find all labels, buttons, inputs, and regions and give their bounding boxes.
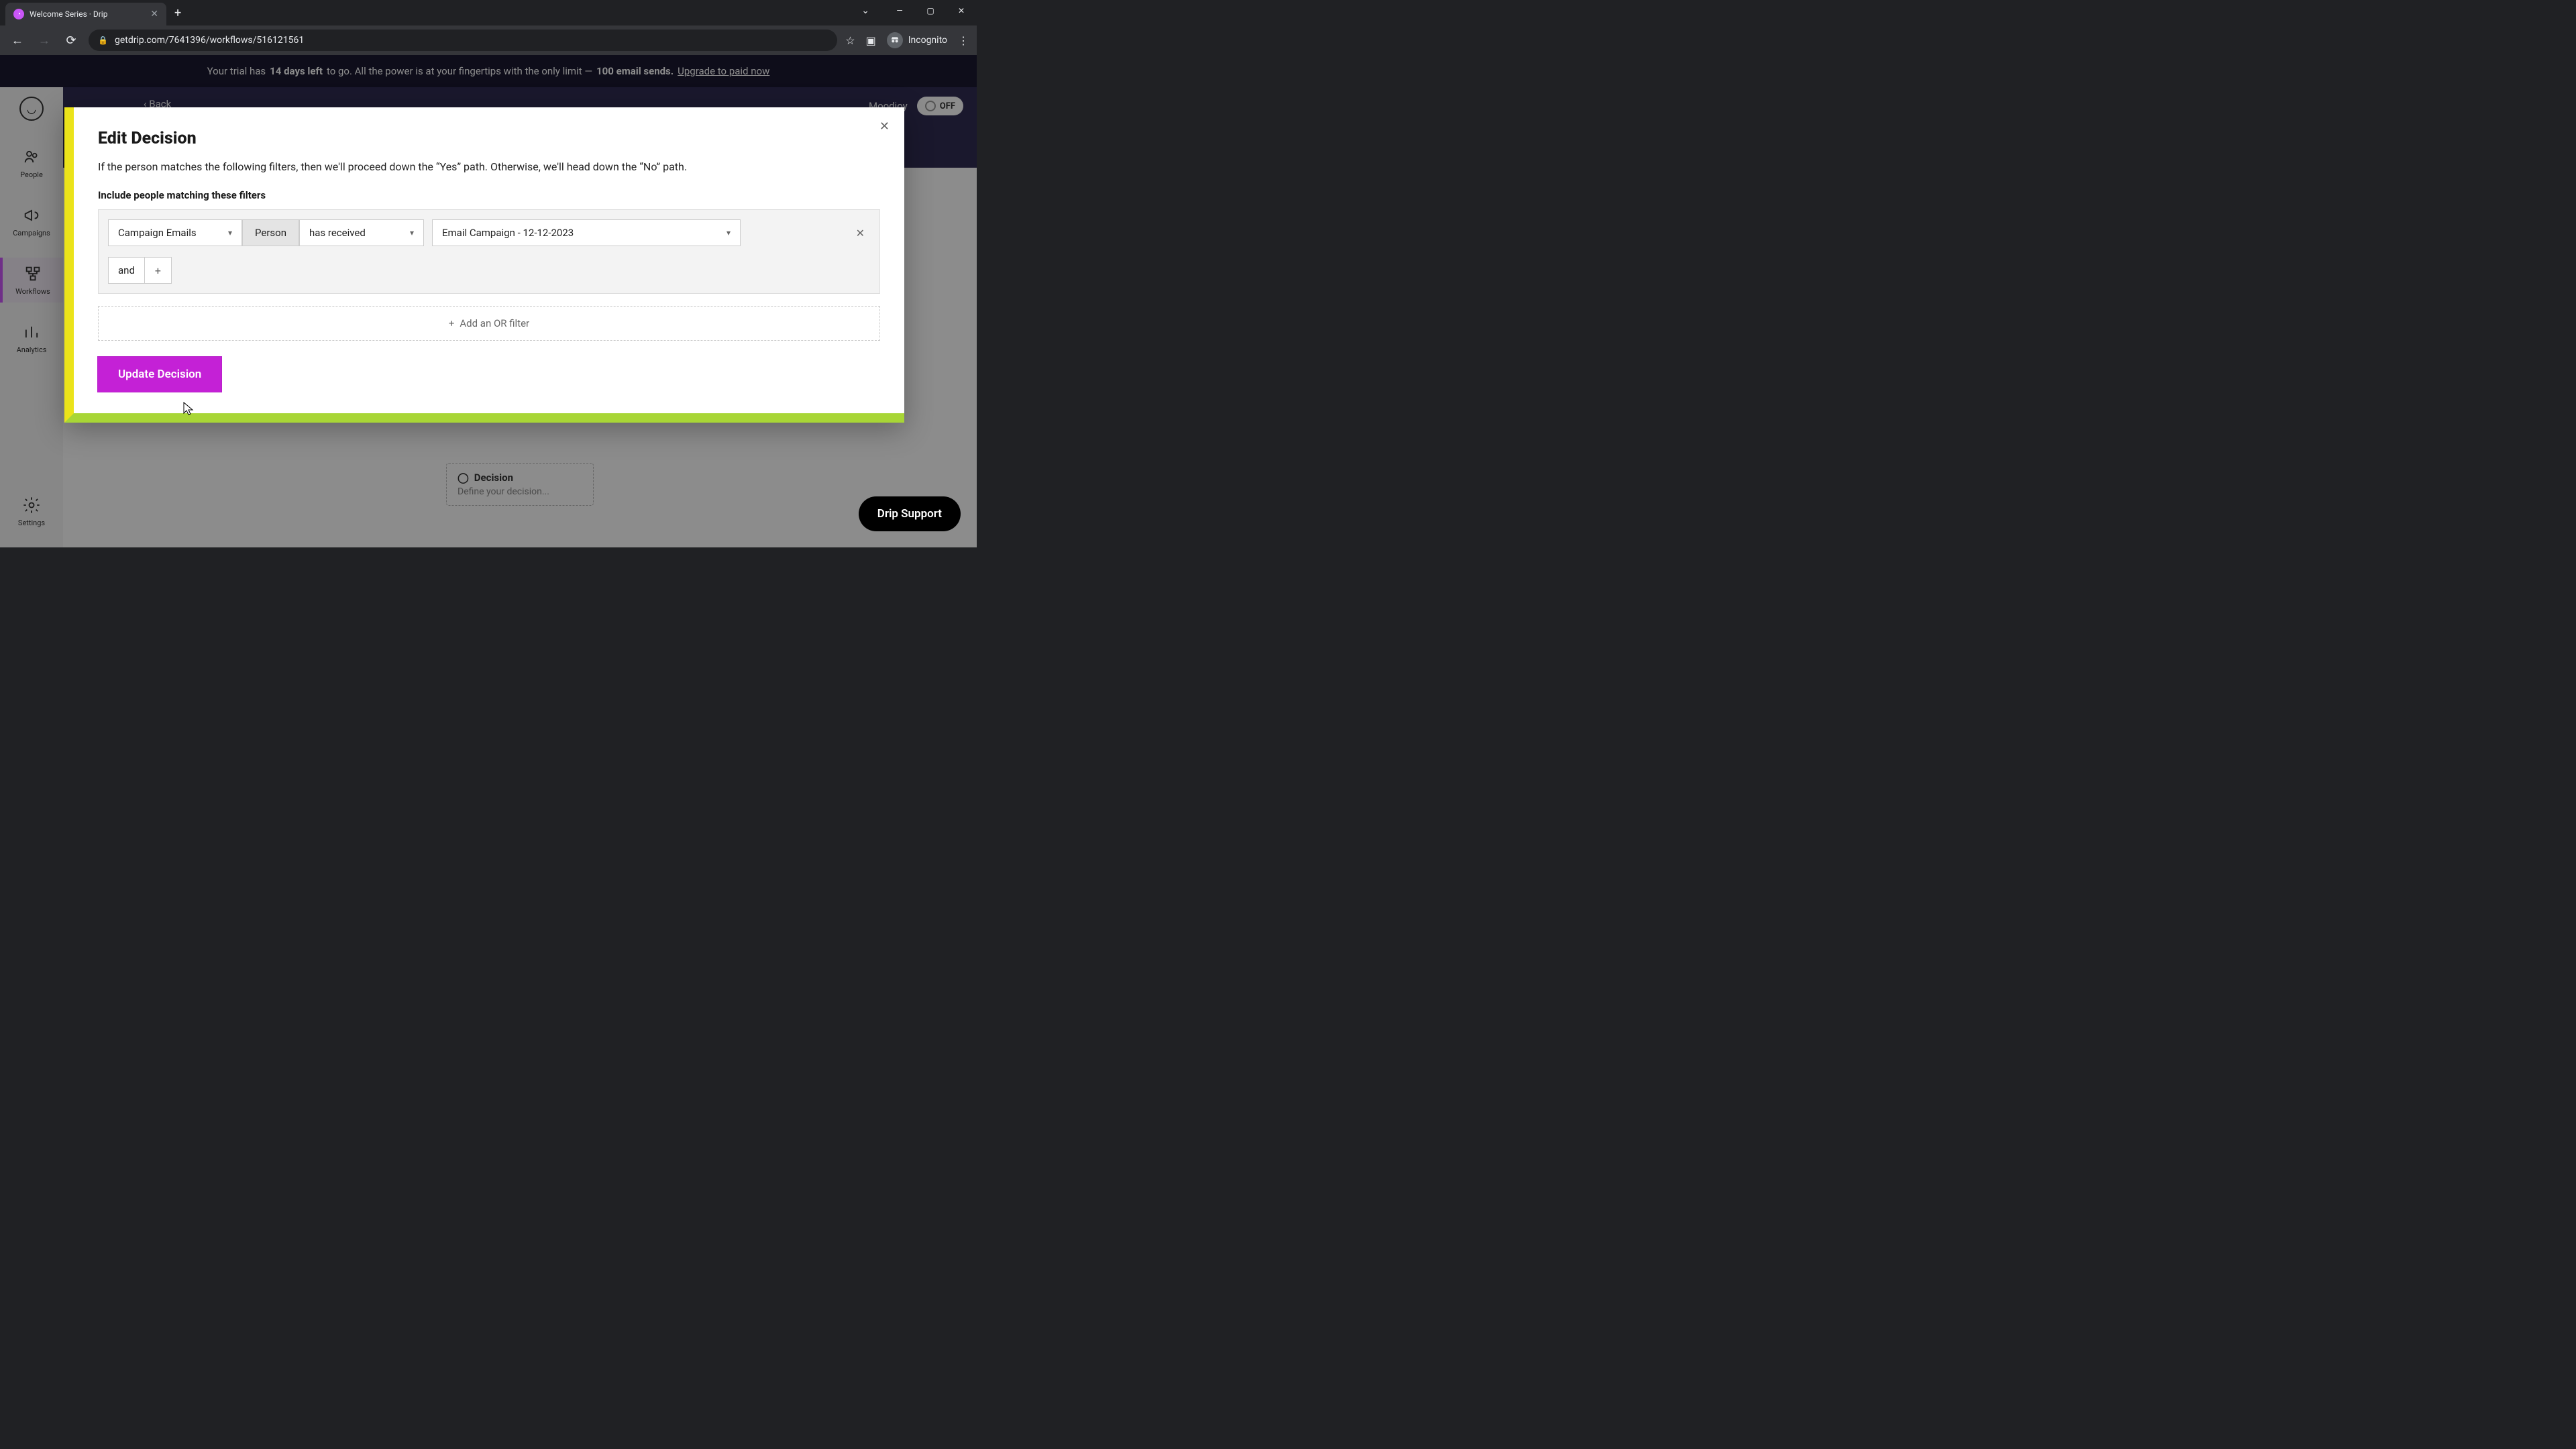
tab-overflow-icon[interactable]: ⌄ xyxy=(861,5,869,16)
dropdown-value: Email Campaign - 12-12-2023 xyxy=(442,227,574,239)
add-or-label: Add an OR filter xyxy=(460,317,529,329)
filter-category-dropdown[interactable]: Campaign Emails ▾ xyxy=(108,219,242,246)
upgrade-link[interactable]: Upgrade to paid now xyxy=(678,65,769,77)
and-condition-row: and + xyxy=(108,257,870,284)
add-or-filter-button[interactable]: + Add an OR filter xyxy=(98,306,880,341)
url-text: getdrip.com/7641396/workflows/516121561 xyxy=(115,35,304,46)
chevron-down-icon: ▾ xyxy=(410,228,414,237)
new-tab-button[interactable]: + xyxy=(174,6,181,20)
node-subtitle: Define your decision... xyxy=(458,486,582,497)
kebab-menu-icon[interactable]: ⋮ xyxy=(958,34,969,47)
close-window-button[interactable]: ✕ xyxy=(946,0,977,21)
node-title: ◯ Decision xyxy=(458,472,582,484)
minimize-button[interactable]: — xyxy=(884,0,915,21)
forward-button[interactable]: → xyxy=(35,31,54,50)
support-button[interactable]: Drip Support xyxy=(859,496,961,531)
filter-condition-dropdown[interactable]: has received ▾ xyxy=(299,219,424,246)
toggle-icon xyxy=(925,101,936,111)
window-controls: — ▢ ✕ xyxy=(884,0,977,21)
filter-subject-badge: Person xyxy=(242,219,299,246)
decision-icon: ◯ xyxy=(458,472,469,484)
sidebar-item-people[interactable]: People xyxy=(0,141,63,186)
sidebar-item-label: Settings xyxy=(18,519,45,527)
workflow-icon xyxy=(23,264,42,283)
bookmark-icon[interactable]: ☆ xyxy=(845,34,855,47)
close-modal-button[interactable]: ✕ xyxy=(879,119,890,133)
modal-title: Edit Decision xyxy=(98,129,880,148)
filter-heading: Include people matching these filters xyxy=(98,189,880,201)
sidebar: ◡ People Campaigns Workflows Analytics S… xyxy=(0,87,63,547)
sidebar-item-campaigns[interactable]: Campaigns xyxy=(0,199,63,244)
chevron-down-icon: ▾ xyxy=(727,228,731,237)
trial-days: 14 days left xyxy=(270,65,323,77)
gear-icon xyxy=(22,496,41,515)
sidebar-item-workflows[interactable]: Workflows xyxy=(0,258,63,303)
sidebar-item-label: Workflows xyxy=(15,287,50,296)
trial-text-prefix: Your trial has xyxy=(207,65,266,77)
address-bar: ← → ⟳ 🔒 getdrip.com/7641396/workflows/51… xyxy=(0,25,977,55)
profile-badge[interactable]: Incognito xyxy=(887,32,947,48)
trial-sends: 100 email sends. xyxy=(596,65,674,77)
reload-button[interactable]: ⟳ xyxy=(62,31,80,50)
edit-decision-modal: ✕ Edit Decision If the person matches th… xyxy=(64,107,904,423)
plus-icon: + xyxy=(449,317,455,329)
browser-tab-strip: ◔ Welcome Series · Drip ✕ + ⌄ — ▢ ✕ xyxy=(0,0,977,25)
sidebar-item-analytics[interactable]: Analytics xyxy=(0,316,63,361)
update-decision-button[interactable]: Update Decision xyxy=(98,357,221,392)
browser-tab[interactable]: ◔ Welcome Series · Drip ✕ xyxy=(5,3,166,25)
modal-description: If the person matches the following filt… xyxy=(98,160,880,173)
tab-title: Welcome Series · Drip xyxy=(30,9,145,19)
megaphone-icon xyxy=(22,206,41,225)
extensions-icon[interactable]: ▣ xyxy=(866,34,876,47)
sidebar-item-label: Campaigns xyxy=(13,229,50,237)
remove-filter-button[interactable]: ✕ xyxy=(851,227,870,239)
logo-icon[interactable]: ◡ xyxy=(19,97,44,121)
trial-banner: Your trial has 14 days left to go. All t… xyxy=(0,55,977,87)
people-icon xyxy=(22,148,41,166)
sidebar-item-settings[interactable]: Settings xyxy=(0,489,63,534)
sidebar-item-label: Analytics xyxy=(17,345,47,354)
back-button[interactable]: ← xyxy=(8,31,27,50)
chart-icon xyxy=(22,323,41,341)
decision-node[interactable]: ◯ Decision Define your decision... xyxy=(446,463,594,506)
add-and-condition-button[interactable]: + xyxy=(145,257,172,284)
and-badge: and xyxy=(108,257,145,284)
close-tab-icon[interactable]: ✕ xyxy=(150,9,158,19)
filter-group: Campaign Emails ▾ Person has received ▾ … xyxy=(98,209,880,294)
dropdown-value: has received xyxy=(309,227,366,239)
dropdown-value: Campaign Emails xyxy=(118,227,197,239)
filter-row: Campaign Emails ▾ Person has received ▾ … xyxy=(108,219,870,246)
lock-icon: 🔒 xyxy=(98,36,108,45)
filter-value-dropdown[interactable]: Email Campaign - 12-12-2023 ▾ xyxy=(432,219,741,246)
toggle-label: OFF xyxy=(940,101,955,111)
drip-favicon: ◔ xyxy=(13,9,24,19)
url-field[interactable]: 🔒 getdrip.com/7641396/workflows/51612156… xyxy=(89,30,837,51)
profile-label: Incognito xyxy=(908,35,947,46)
sidebar-item-label: People xyxy=(20,170,43,179)
incognito-icon xyxy=(887,32,903,48)
trial-text-middle: to go. All the power is at your fingerti… xyxy=(327,65,592,77)
workflow-toggle[interactable]: OFF xyxy=(917,97,963,115)
maximize-button[interactable]: ▢ xyxy=(915,0,946,21)
chevron-down-icon: ▾ xyxy=(228,228,232,237)
